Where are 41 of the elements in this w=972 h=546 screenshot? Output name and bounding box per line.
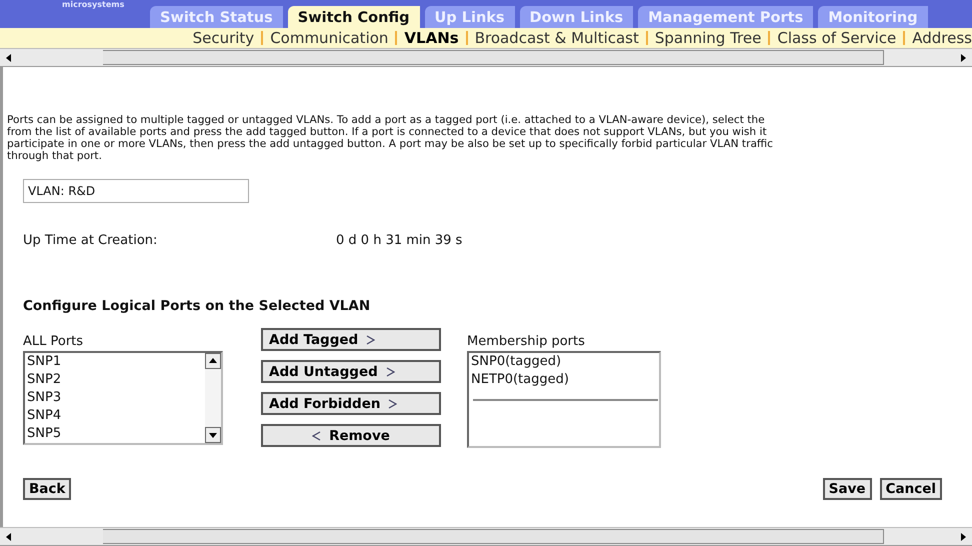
scrollbar-thumb[interactable] [102,529,884,544]
action-button[interactable]: Remove [261,424,441,447]
action-button[interactable]: Add Untagged [261,360,441,383]
back-button[interactable]: Back [23,478,72,500]
list-item[interactable]: SNP1 [27,353,203,371]
scrollbar-thumb[interactable] [102,50,884,65]
list-label: Membership ports [467,334,586,349]
membership-listbox[interactable]: SNP0(tagged) NETP0(tagged) [467,351,661,448]
uptime-label: Up Time at Creation: [23,233,158,248]
section-title: Configure Logical Ports on the Selected VLAN [23,298,372,314]
list-item[interactable]: SNP2 [27,371,203,389]
list-item[interactable]: SNP3 [27,389,203,407]
subnav-link[interactable]: Security [192,29,254,47]
list-item[interactable]: SNP5 [27,425,203,443]
subnav-link[interactable]: Communication [270,29,388,47]
all-ports-listbox[interactable]: SNP1 SNP2 SNP3 SNP4 SNP5 [23,351,223,445]
subnav-link[interactable]: VLANs [404,29,459,47]
scroll-left-arrow-icon[interactable] [4,532,14,542]
action-button[interactable]: Add Forbidden [261,392,441,415]
scroll-right-arrow-icon[interactable] [958,532,968,542]
horizontal-scrollbar[interactable] [0,48,972,67]
subnav-link[interactable]: Broadcast & Multicast [474,29,639,47]
scroll-left-arrow-icon[interactable] [4,52,14,62]
vertical-scrollbar[interactable] [205,353,221,443]
uptime-value: 0 d 0 h 31 min 39 s [336,233,462,248]
vlan-name-field[interactable]: VLAN: R&D [23,179,249,203]
list-item[interactable]: SNP4 [27,407,203,425]
horizontal-scrollbar[interactable] [0,527,972,546]
list-item[interactable]: SNP0(tagged) [471,353,658,371]
subnav-link[interactable]: Address [912,29,972,47]
save-button[interactable]: Save [822,478,872,500]
description-text: Ports can be assigned to multiple tagged or untagged VLANs. To add a port as a tagged port (i.e. attached to a VLAN-aware device), select the from the list of available ports and press the add tagged button. If a port is connected to a device that does not support VLANs, but you wish it participate in one or more VLANs, then press the add untagged button. A port may be also be set up to specifically forbid particular VLAN traffic through that port. [7,114,774,162]
nav-tab[interactable]: Switch Config [288,6,420,28]
scroll-right-arrow-icon[interactable] [958,52,968,62]
list-label: ALL Ports [23,334,84,349]
action-button[interactable]: Add Tagged [261,328,441,351]
subnav-link[interactable]: Class of Service [777,29,896,47]
subnav-link[interactable]: Spanning Tree [654,29,762,47]
cancel-button[interactable]: Cancel [880,478,942,500]
logo-text: microsystems [62,0,124,9]
list-item[interactable]: NETP0(tagged) [471,371,658,389]
